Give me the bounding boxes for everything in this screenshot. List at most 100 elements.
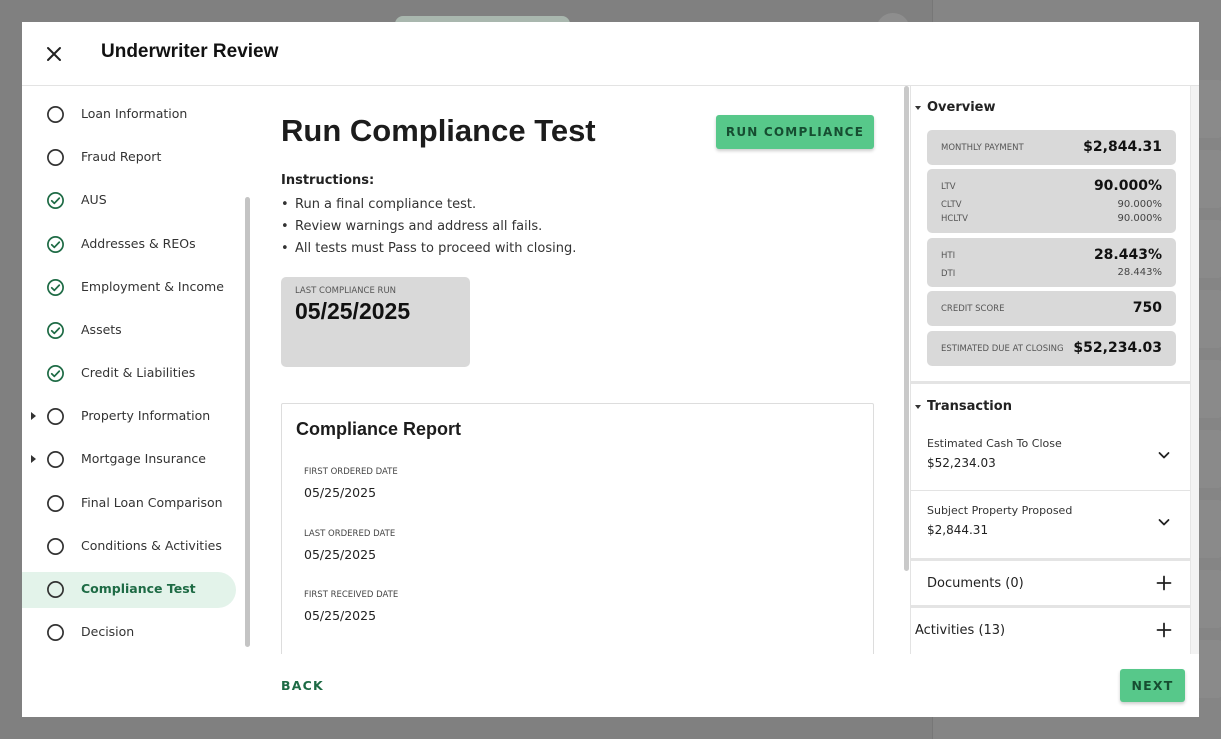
first-received-date-value: 05/25/2025 [304, 608, 377, 623]
run-compliance-button[interactable]: RUN COMPLIANCE [716, 115, 874, 149]
last-run-date: 05/25/2025 [295, 298, 411, 324]
nav-item-aus[interactable]: AUS [22, 183, 236, 219]
check-circle-icon [47, 192, 64, 209]
nav-item-credit-liabilities[interactable]: Credit & Liabilities [22, 356, 236, 392]
transaction-section-toggle[interactable]: Transaction [915, 399, 1012, 414]
nav-item-label: Final Loan Comparison [81, 495, 223, 510]
check-circle-icon [47, 365, 64, 382]
circle-outline-icon [47, 495, 64, 512]
tx-label: Subject Property Proposed [927, 504, 1073, 517]
last-ordered-date-value: 05/25/2025 [304, 547, 377, 562]
nav-item-property-information[interactable]: Property Information [22, 399, 236, 435]
monthly-payment-card: MONTHLY PAYMENT $2,844.31 [927, 130, 1176, 165]
transaction-heading: Transaction [927, 399, 1012, 414]
cltv-value: 90.000% [1117, 199, 1163, 210]
nav-item-label: Mortgage Insurance [81, 451, 206, 466]
nav-item-assets[interactable]: Assets [22, 313, 236, 349]
instruction-item: Review warnings and address all fails. [281, 216, 576, 238]
monthly-payment-label: MONTHLY PAYMENT [941, 143, 1024, 153]
instruction-item: Run a final compliance test. [281, 194, 576, 216]
nav-item-final-loan-comparison[interactable]: Final Loan Comparison [22, 486, 236, 522]
caret-right-icon[interactable] [31, 455, 36, 463]
ltv-card: LTV 90.000% CLTV 90.000% HCLTV 90.000% [927, 169, 1176, 233]
subject-property-proposed-row[interactable]: Subject Property Proposed $2,844.31 [911, 492, 1190, 558]
summary-panel-scrollbar[interactable] [1190, 86, 1199, 654]
instruction-item: All tests must Pass to proceed with clos… [281, 238, 576, 260]
section-divider [911, 558, 1190, 561]
nav-item-employment-income[interactable]: Employment & Income [22, 270, 236, 306]
main-scrollbar[interactable] [904, 86, 909, 571]
page-title: Run Compliance Test [281, 113, 596, 148]
nav-item-label: Decision [81, 624, 135, 639]
hcltv-value: 90.000% [1117, 213, 1163, 224]
circle-outline-icon [47, 624, 64, 641]
overview-heading: Overview [927, 100, 996, 115]
tx-label: Estimated Cash To Close [927, 437, 1062, 450]
caret-down-icon [915, 404, 921, 409]
circle-outline-icon [47, 581, 64, 598]
circle-outline-icon [47, 408, 64, 425]
tx-value: $2,844.31 [927, 523, 989, 537]
documents-section[interactable]: Documents (0) [911, 562, 1190, 606]
hti-label: HTI [941, 251, 956, 261]
summary-panel: Overview MONTHLY PAYMENT $2,844.31 LTV 9… [910, 86, 1190, 654]
back-button[interactable]: BACK [281, 678, 324, 693]
caret-right-icon[interactable] [31, 412, 36, 420]
circle-outline-icon [47, 106, 64, 123]
check-circle-icon [47, 322, 64, 339]
nav-item-label: Assets [81, 322, 122, 337]
compliance-report: Compliance Report FIRST ORDERED DATE 05/… [281, 403, 874, 654]
hti-dti-card: HTI 28.443% DTI 28.443% [927, 238, 1176, 287]
dti-value: 28.443% [1117, 267, 1163, 278]
circle-outline-icon [47, 451, 64, 468]
nav-item-compliance-test[interactable]: Compliance Test [22, 572, 236, 608]
instructions-list: Run a final compliance test. Review warn… [281, 194, 576, 260]
first-ordered-date-label: FIRST ORDERED DATE [304, 467, 398, 477]
ltv-value: 90.000% [1093, 178, 1162, 194]
documents-label: Documents (0) [927, 576, 1024, 591]
nav-item-label: Addresses & REOs [81, 236, 196, 251]
caret-down-icon [915, 105, 921, 110]
nav-item-fraud-report[interactable]: Fraud Report [22, 140, 236, 176]
first-ordered-date-value: 05/25/2025 [304, 485, 377, 500]
due-at-closing-label: ESTIMATED DUE AT CLOSING [941, 344, 1064, 354]
nav-item-conditions-activities[interactable]: Conditions & Activities [22, 529, 236, 565]
last-run-label: LAST COMPLIANCE RUN [295, 286, 397, 296]
instructions-heading: Instructions: [281, 173, 375, 188]
check-circle-icon [47, 236, 64, 253]
hti-value: 28.443% [1093, 247, 1162, 263]
circle-outline-icon [47, 538, 64, 555]
first-received-date-label: FIRST RECEIVED DATE [304, 590, 399, 600]
due-at-closing-card: ESTIMATED DUE AT CLOSING $52,234.03 [927, 331, 1176, 366]
last-compliance-run-card: LAST COMPLIANCE RUN 05/25/2025 [281, 277, 470, 367]
close-button[interactable] [42, 42, 66, 66]
report-title: Compliance Report [296, 419, 462, 439]
plus-icon[interactable] [1156, 622, 1172, 638]
step-navigation: Loan Information Fraud Report AUS Addres… [22, 86, 250, 654]
chevron-down-icon[interactable] [1157, 515, 1171, 529]
hcltv-label: HCLTV [941, 214, 968, 224]
nav-item-decision[interactable]: Decision [22, 615, 236, 651]
activities-section[interactable]: Activities (13) [911, 609, 1190, 653]
activities-label: Activities (13) [915, 623, 1006, 638]
overview-section-toggle[interactable]: Overview [915, 100, 996, 115]
credit-score-label: CREDIT SCORE [941, 304, 1005, 314]
nav-item-addresses-reos[interactable]: Addresses & REOs [22, 227, 236, 263]
last-ordered-date-label: LAST ORDERED DATE [304, 529, 396, 539]
activities-toggle[interactable]: Activities (13) [915, 623, 1005, 638]
ltv-label: LTV [941, 182, 956, 192]
check-circle-icon [47, 279, 64, 296]
credit-score-value: 750 [1132, 300, 1162, 316]
nav-item-label: Conditions & Activities [81, 538, 222, 553]
nav-item-loan-information[interactable]: Loan Information [22, 97, 236, 133]
section-divider [911, 605, 1190, 608]
estimated-cash-to-close-row[interactable]: Estimated Cash To Close $52,234.03 [911, 425, 1190, 491]
chevron-down-icon[interactable] [1157, 448, 1171, 462]
plus-icon[interactable] [1156, 575, 1172, 591]
section-divider [911, 381, 1190, 384]
underwriter-review-modal: Underwriter Review Loan Information Frau… [22, 22, 1199, 717]
nav-item-mortgage-insurance[interactable]: Mortgage Insurance [22, 442, 236, 478]
next-button[interactable]: NEXT [1120, 669, 1185, 702]
monthly-payment-value: $2,844.31 [1083, 139, 1162, 155]
nav-item-label: Loan Information [81, 106, 188, 121]
